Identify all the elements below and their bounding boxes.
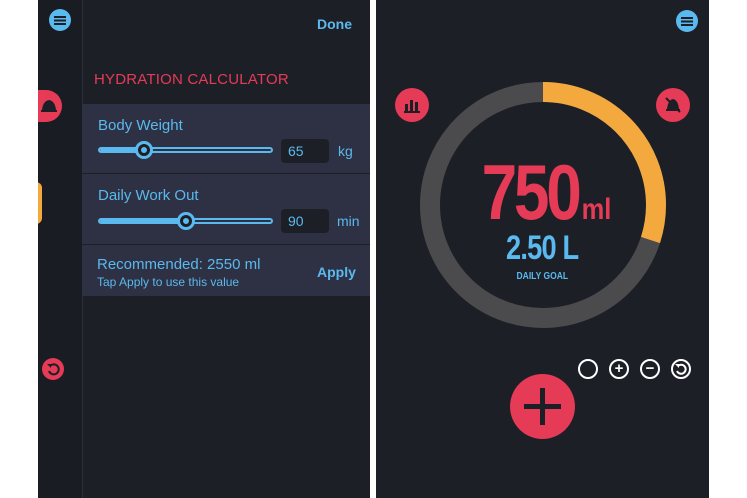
hydration-calculator-screen: Done HYDRATION CALCULATOR Body Weight 65… [38,0,370,498]
goal-value: 2.50 L [506,229,579,267]
undo-icon [671,359,691,379]
recommended-panel: Recommended: 2550 ml Tap Apply to use th… [82,245,370,296]
plus-icon: + [614,360,624,377]
increase-button[interactable]: + [609,359,629,379]
undo-button[interactable] [671,359,691,379]
body-weight-panel: Body Weight 65 kg [82,104,370,173]
menu-button[interactable] [49,9,71,31]
goal-caption-wrap: DAILY GOAL [376,271,709,282]
menu-icon [681,16,693,26]
goal-caption: DAILY GOAL [516,271,569,282]
daily-workout-label: Daily Work Out [98,187,199,204]
daily-workout-unit: min [337,213,360,229]
body-weight-slider-thumb[interactable] [135,141,154,159]
reset-button[interactable] [578,359,598,379]
menu-icon [54,15,66,25]
daily-workout-value[interactable]: 90 [281,209,329,233]
body-weight-label: Body Weight [98,117,183,134]
hydration-tracker-screen: 750 ml 2.50 L DAILY GOAL + − [376,0,709,498]
done-button[interactable]: Done [317,16,352,32]
daily-workout-slider-thumb[interactable] [176,212,195,230]
menu-button[interactable] [676,10,698,32]
intake-display: 750 ml [376,147,709,238]
recommended-value: Recommended: 2550 ml [97,256,261,273]
intake-value: 750 [481,148,582,236]
bell-icon [41,100,57,112]
goal-display: 2.50 L [376,229,709,268]
page-title: HYDRATION CALCULATOR [94,71,289,88]
recommended-hint: Tap Apply to use this value [97,275,240,289]
body-weight-value[interactable]: 65 [281,139,329,163]
intake-unit: ml [581,193,612,226]
body-weight-unit: kg [338,143,353,159]
undo-button[interactable] [42,358,64,380]
reminder-button[interactable] [38,90,62,122]
undo-icon [47,363,60,376]
progress-peek [38,182,42,224]
daily-workout-slider-fill [100,220,186,222]
body-weight-slider[interactable] [98,141,273,159]
daily-workout-slider[interactable] [98,212,273,230]
apply-button[interactable]: Apply [317,264,356,280]
daily-workout-panel: Daily Work Out 90 min [82,174,370,244]
decrease-button[interactable]: − [640,359,660,379]
add-water-button[interactable] [510,374,575,439]
minus-icon: − [645,360,655,377]
sidebar [38,0,82,498]
